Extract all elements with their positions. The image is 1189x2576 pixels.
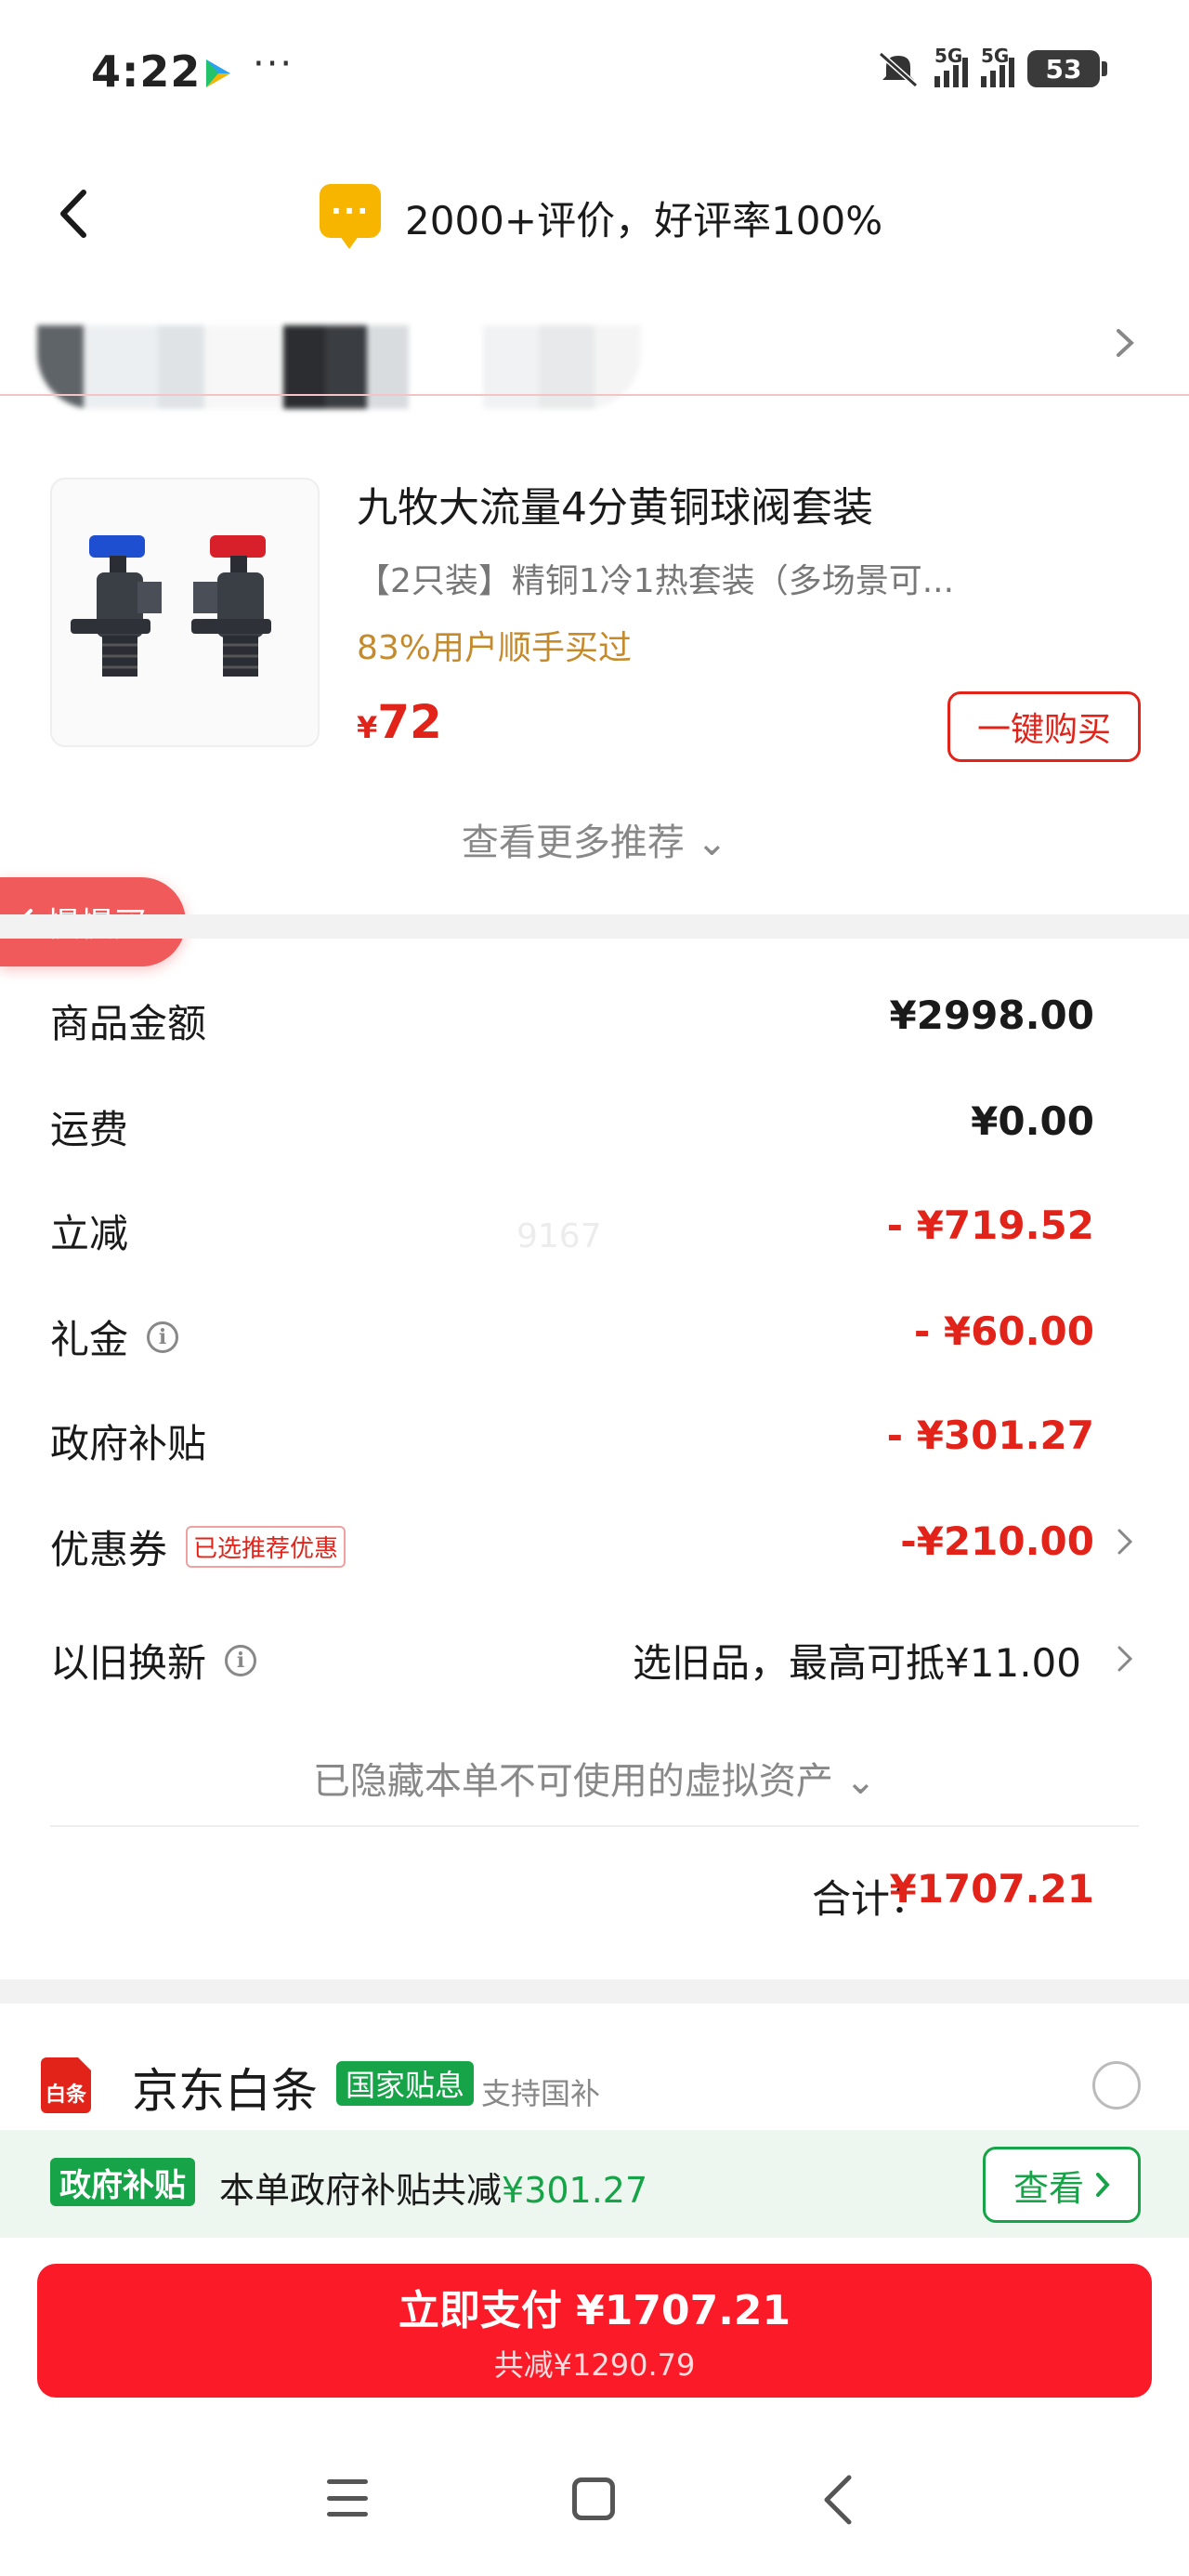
rating-summary[interactable]: 2000+评价，好评率100% xyxy=(405,190,882,246)
network-type-label: 5G xyxy=(934,45,963,67)
row-label-text: 运费 xyxy=(50,1107,129,1152)
blurred-address-strip[interactable] xyxy=(37,325,641,409)
divider xyxy=(50,1825,1139,1827)
row-coupon-label[interactable]: 优惠券 已选推荐优惠 xyxy=(50,1518,346,1575)
chevron-right-icon xyxy=(1117,1529,1133,1555)
row-shipping-label: 运费 xyxy=(50,1098,128,1155)
row-label-text: 政府补贴 xyxy=(50,1421,207,1466)
row-gov-subsidy-value: - ¥301.27 xyxy=(886,1413,1094,1458)
payment-method-name[interactable]: 京东白条 xyxy=(132,2054,318,2121)
support-subsidy-text: 支持国补 xyxy=(481,2076,601,2111)
pay-now-button[interactable]: 立即支付 ¥1707.21 共减¥1290.79 xyxy=(37,2264,1152,2398)
row-gov-subsidy-label: 政府补贴 xyxy=(50,1413,206,1469)
row-trade-in-value[interactable]: 选旧品，最高可抵¥11.00 xyxy=(633,1632,1081,1689)
more-recommendations-link[interactable]: 查看更多推荐 ⌄ xyxy=(0,812,1189,866)
row-label-text: 商品金额 xyxy=(50,1001,207,1046)
baitiao-icon: 白条 xyxy=(41,2056,93,2113)
network-type-label-2: 5G xyxy=(981,45,1010,67)
product-subtitle: 【2只装】精铜1冷1热套装（多场景可... xyxy=(357,562,955,600)
status-icons: 5G 5G 53 xyxy=(875,45,1107,89)
watermark: 9167 xyxy=(516,1217,602,1255)
total-value: ¥1707.21 xyxy=(889,1866,1094,1912)
product-price: ¥72 xyxy=(357,695,442,749)
row-label-text: 以旧换新 xyxy=(50,1640,207,1686)
section-gap xyxy=(0,1979,1189,2004)
product-tag: 83%用户顺手买过 xyxy=(357,629,633,667)
row-instant-discount-label: 立减 xyxy=(50,1203,128,1259)
one-click-buy-button[interactable]: 一键购买 xyxy=(947,691,1141,762)
row-shipping-value: ¥0.00 xyxy=(971,1098,1094,1144)
row-label-text: 礼金 xyxy=(50,1317,129,1362)
view-subsidy-button[interactable]: 查看 xyxy=(983,2147,1141,2223)
gov-subsidy-badge: 政府补贴 xyxy=(50,2158,195,2206)
row-gift-money-label: 礼金 i xyxy=(50,1308,179,1365)
payment-radio[interactable] xyxy=(1092,2061,1141,2109)
pay-now-label: 立即支付 ¥1707.21 xyxy=(398,2287,791,2334)
chevron-right-icon xyxy=(1096,2173,1110,2197)
home-icon[interactable] xyxy=(572,2477,615,2520)
row-label-text: 优惠券 xyxy=(50,1527,168,1572)
chevron-right-icon xyxy=(1117,1646,1133,1672)
price-value: 72 xyxy=(377,695,442,749)
chevron-right-icon xyxy=(1117,329,1134,357)
total-savings-label: 共减¥1290.79 xyxy=(493,2347,696,2383)
product-image[interactable] xyxy=(50,478,320,747)
row-coupon-value[interactable]: -¥210.00 xyxy=(900,1518,1094,1564)
mute-icon xyxy=(878,51,919,88)
info-icon[interactable]: i xyxy=(147,1321,179,1353)
row-gift-money-value: - ¥60.00 xyxy=(913,1308,1094,1354)
signal-icon: 5G xyxy=(934,45,968,87)
status-time: 4:22 xyxy=(91,46,202,97)
chevron-left-icon xyxy=(60,190,86,238)
valve-image xyxy=(71,535,271,677)
row-label-text: 立减 xyxy=(50,1211,129,1256)
signal-icon-2: 5G xyxy=(981,45,1014,87)
interest-subsidy-badge: 国家贴息 xyxy=(336,2061,475,2106)
battery-icon: 53 xyxy=(1027,50,1107,87)
back-button[interactable] xyxy=(58,184,104,243)
section-divider xyxy=(0,394,1189,396)
row-trade-in-label: 以旧换新 i xyxy=(50,1632,257,1689)
view-label: 查看 xyxy=(1013,2167,1084,2209)
row-goods-amount-label: 商品金额 xyxy=(50,992,206,1049)
price-currency: ¥ xyxy=(357,710,378,745)
hidden-assets-link[interactable]: 已隐藏本单不可使用的虚拟资产 ⌄ xyxy=(0,1751,1189,1805)
row-instant-discount-value: - ¥719.52 xyxy=(886,1203,1094,1248)
product-title[interactable]: 九牧大流量4分黄铜球阀套装 xyxy=(357,474,873,533)
section-gap xyxy=(0,914,1189,939)
subsidy-amount: ¥301.27 xyxy=(502,2170,648,2211)
menu-icon[interactable] xyxy=(327,2479,368,2517)
info-icon[interactable]: i xyxy=(225,1644,257,1676)
play-store-icon xyxy=(206,59,230,87)
subsidy-text-prefix: 本单政府补贴共减 xyxy=(219,2170,503,2211)
back-nav-icon[interactable] xyxy=(821,2474,855,2526)
chat-bubble-icon: ··· xyxy=(320,184,381,249)
status-more-dots: ··· xyxy=(253,43,294,85)
coupon-badge: 已选推荐优惠 xyxy=(186,1526,346,1568)
subsidy-text: 本单政府补贴共减¥301.27 xyxy=(219,2162,647,2213)
row-goods-amount-value: ¥2998.00 xyxy=(889,992,1094,1038)
